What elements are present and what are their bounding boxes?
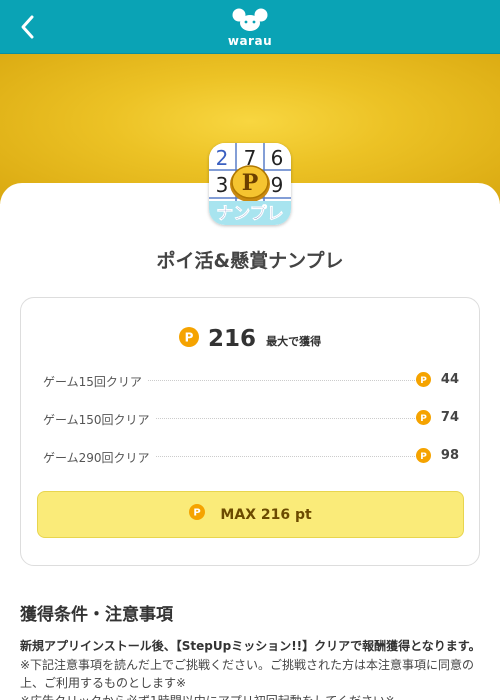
conditions-note: ※広告クリックから必ず1時間以内にアプリ初回起動をしてください※ (20, 692, 482, 700)
mission-points: 98 (440, 448, 459, 463)
max-reward-row: P 216 最大で獲得 (21, 326, 479, 352)
leader-dots (141, 418, 421, 419)
max-reward-suffix: 最大で獲得 (266, 335, 322, 348)
svg-text:P: P (184, 331, 193, 345)
icon-digit: 6 (271, 146, 284, 170)
mission-row: ゲーム150回クリア P 74 (41, 408, 461, 428)
max-reward-value: 216 (207, 326, 256, 352)
icon-digit: 9 (271, 173, 284, 197)
chevron-left-icon (21, 15, 34, 39)
icon-coin-letter: P (242, 170, 259, 196)
warau-logo[interactable]: warau (220, 8, 280, 48)
reward-card: P 216 最大で獲得 ゲーム15回クリア P 44 ゲーム150回クリア P … (20, 297, 480, 566)
mission-label: ゲーム290回クリア (43, 449, 156, 466)
conditions-notes: ※下記注意事項を読んだ上でご挑戦ください。ご挑戦された方は本注意事項に同意の上、… (20, 656, 482, 700)
app-icon: 2 7 6 3 9 P ナンプレ (209, 143, 291, 225)
mission-label: ゲーム150回クリア (43, 411, 156, 428)
app-header: warau (0, 0, 500, 54)
point-coin-icon: P (416, 448, 431, 467)
icon-digit: 2 (216, 146, 229, 170)
back-button[interactable] (14, 12, 44, 42)
svg-text:P: P (420, 414, 427, 424)
leader-dots (141, 380, 421, 381)
conditions-main-text: 新規アプリインストール後、【StepUpミッション!!】クリアで報酬獲得となりま… (20, 639, 481, 653)
mission-points: 74 (440, 410, 459, 425)
svg-text:P: P (420, 452, 427, 462)
mission-label: ゲーム15回クリア (43, 373, 148, 390)
icon-title-text: ナンプレ (216, 203, 284, 224)
app-title: ポイ活&懸賞ナンプレ (156, 250, 344, 272)
point-coin-icon: P (189, 492, 206, 537)
point-coin-icon: P (178, 327, 199, 351)
svg-text:P: P (194, 507, 201, 518)
point-coin-icon: P (416, 372, 431, 391)
icon-digit: 3 (216, 173, 229, 197)
max-points-label: MAX 216 pt (220, 507, 312, 523)
max-points-button[interactable]: P MAX 216 pt (37, 491, 464, 538)
numberplace-app-icon: 2 7 6 3 9 P ナンプレ (209, 143, 291, 225)
conditions-heading: 獲得条件・注意事項 (20, 605, 173, 625)
point-coin-icon: P (416, 410, 431, 429)
mission-row: ゲーム290回クリア P 98 (41, 446, 461, 466)
mouse-ears-icon (232, 8, 268, 31)
logo-text: warau (227, 34, 273, 48)
svg-text:P: P (420, 376, 427, 386)
mission-points: 44 (440, 372, 459, 387)
mission-row: ゲーム15回クリア P 44 (41, 370, 461, 390)
conditions-note: ※下記注意事項を読んだ上でご挑戦ください。ご挑戦された方は本注意事項に同意の上、… (20, 658, 475, 690)
leader-dots (141, 456, 421, 457)
